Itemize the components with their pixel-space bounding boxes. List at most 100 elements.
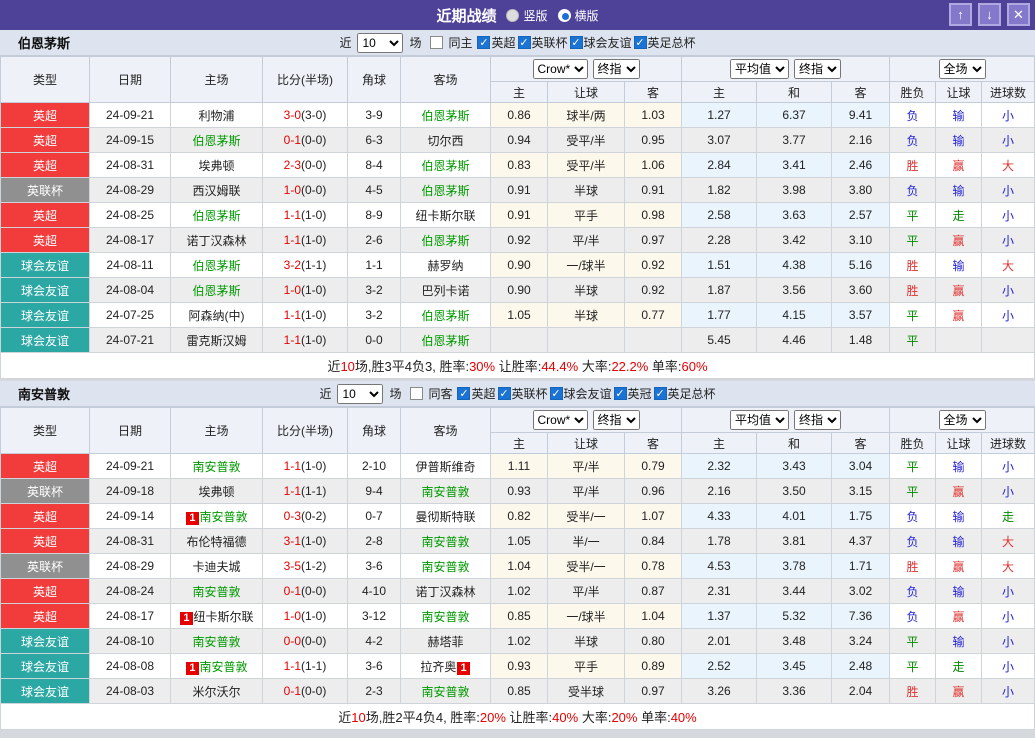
avg-home: 3.26 — [682, 679, 757, 704]
away-team: 南安普敦 — [401, 554, 491, 579]
layout-radio-vertical[interactable]: 竖版 — [506, 7, 547, 24]
avg-company-select[interactable]: 平均值 — [730, 410, 789, 430]
checkbox-icon: ✓ — [614, 387, 627, 400]
league-filter[interactable]: ✓英足总杯 — [652, 385, 716, 402]
fulltime-score: 0-1 — [284, 133, 301, 147]
near-label: 近 — [339, 34, 351, 51]
layout-radio-horizontal[interactable]: 横版 — [558, 7, 599, 24]
subcol-result-handicap: 让球 — [936, 82, 982, 103]
odds-company-select[interactable]: Crow* — [533, 410, 588, 430]
home-team: 布伦特福德 — [171, 529, 263, 554]
halftime-score: (1-1) — [301, 484, 326, 498]
match-date: 24-08-24 — [90, 579, 171, 604]
league-filter[interactable]: ✓球会友谊 — [568, 34, 632, 51]
col-header-score: 比分(半场) — [263, 408, 348, 454]
move-down-button[interactable]: ↓ — [978, 3, 1001, 26]
away-team: 伯恩茅斯 — [401, 153, 491, 178]
league-filter[interactable]: ✓英联杯 — [516, 34, 568, 51]
avg-draw: 3.56 — [757, 278, 832, 303]
odds-home: 0.92 — [491, 228, 548, 253]
result-outcome: 平 — [890, 303, 936, 328]
score: 1-1(1-0) — [263, 303, 348, 328]
away-team: 伯恩茅斯 — [401, 178, 491, 203]
same-venue-checkbox[interactable] — [410, 387, 423, 400]
home-team-name: 伯恩茅斯 — [192, 284, 240, 298]
match-row: 球会友谊24-08-10南安普敦0-0(0-0)4-2赫塔菲1.02半球0.80… — [1, 629, 1035, 654]
close-button[interactable]: ✕ — [1007, 3, 1030, 26]
move-up-button[interactable]: ↑ — [949, 3, 972, 26]
page-title: 近期战绩 — [436, 5, 496, 26]
odds-stage-select[interactable]: 终指 — [593, 59, 640, 79]
score: 0-0(0-0) — [263, 629, 348, 654]
summary-value: 22.2% — [611, 359, 648, 374]
avg-draw: 3.63 — [757, 203, 832, 228]
league-filter[interactable]: ✓英超 — [455, 385, 495, 402]
corner-score: 3-6 — [348, 654, 401, 679]
home-team-name: 南安普敦 — [192, 460, 240, 474]
avg-company-select[interactable]: 平均值 — [730, 59, 789, 79]
away-team-name: 伊普斯维奇 — [415, 460, 475, 474]
match-date: 24-07-21 — [90, 328, 171, 353]
recent-results-table: 类型 日期 主场 比分(半场) 角球 客场 Crow* 终指 平均值 终指 — [0, 56, 1035, 379]
league-filter[interactable]: ✓英超 — [475, 34, 515, 51]
subcol-odds-away: 客 — [625, 82, 682, 103]
match-date: 24-08-10 — [90, 629, 171, 654]
odds-handicap: 一/球半 — [548, 253, 625, 278]
match-count-select[interactable]: 10 — [357, 33, 403, 53]
league-filter[interactable]: ✓球会友谊 — [548, 385, 612, 402]
match-row: 英超24-09-141南安普敦0-3(0-2)0-7曼彻斯特联0.82受半/一1… — [1, 504, 1035, 529]
odds-handicap: 受半/一 — [548, 504, 625, 529]
red-card-badge: 1 — [186, 662, 198, 675]
score: 3-1(1-0) — [263, 529, 348, 554]
league-filter[interactable]: ✓英联杯 — [496, 385, 548, 402]
home-team: 伯恩茅斯 — [171, 278, 263, 303]
result-outcome: 胜 — [890, 679, 936, 704]
home-team: 米尔沃尔 — [171, 679, 263, 704]
avg-home: 2.84 — [682, 153, 757, 178]
league-label: 球会友谊 — [564, 385, 612, 402]
odds-home: 0.91 — [491, 203, 548, 228]
match-row: 球会友谊24-07-21雷克斯汉姆1-1(1-0)0-0伯恩茅斯5.454.46… — [1, 328, 1035, 353]
away-team-name: 伯恩茅斯 — [421, 159, 469, 173]
odds-stage-select[interactable]: 终指 — [593, 410, 640, 430]
corner-score: 8-9 — [348, 203, 401, 228]
summary-value: 40% — [671, 710, 697, 725]
away-team-name: 伯恩茅斯 — [421, 234, 469, 248]
result-goals: 小 — [982, 579, 1035, 604]
result-handicap: 赢 — [936, 153, 982, 178]
odds-company-select[interactable]: Crow* — [533, 59, 588, 79]
home-team: 南安普敦 — [171, 454, 263, 479]
red-card-badge: 1 — [186, 512, 198, 525]
home-team-name: 米尔沃尔 — [192, 685, 240, 699]
team-recent-results-section-2: 南安普敦 近 10 场 同客 ✓英超✓英联杯✓球会友谊✓英冠✓英足总杯 类型 日… — [0, 381, 1035, 730]
match-type-badge: 球会友谊 — [1, 278, 90, 303]
subcol-odds-home: 主 — [491, 82, 548, 103]
match-type-badge: 球会友谊 — [1, 654, 90, 679]
home-team-name: 阿森纳(中) — [189, 309, 245, 323]
result-goals: 小 — [982, 629, 1035, 654]
score: 1-1(1-0) — [263, 203, 348, 228]
team-name: 伯恩茅斯 — [18, 33, 70, 52]
home-team-name: 埃弗顿 — [198, 159, 234, 173]
match-type-badge: 英联杯 — [1, 178, 90, 203]
league-filter[interactable]: ✓英冠 — [612, 385, 652, 402]
avg-stage-select[interactable]: 终指 — [794, 59, 841, 79]
score: 0-1(0-0) — [263, 128, 348, 153]
avg-stage-select[interactable]: 终指 — [794, 410, 841, 430]
match-date: 24-08-29 — [90, 178, 171, 203]
result-goals: 小 — [982, 103, 1035, 128]
match-type-badge: 英超 — [1, 128, 90, 153]
subcol-result-outcome: 胜负 — [890, 82, 936, 103]
match-count-select[interactable]: 10 — [337, 384, 383, 404]
scope-select[interactable]: 全场 — [939, 59, 986, 79]
scope-select[interactable]: 全场 — [939, 410, 986, 430]
fulltime-score: 1-1 — [284, 233, 301, 247]
same-venue-checkbox[interactable] — [430, 36, 443, 49]
score: 1-1(1-0) — [263, 454, 348, 479]
odds-away: 0.92 — [625, 278, 682, 303]
league-filter[interactable]: ✓英足总杯 — [632, 34, 696, 51]
odds-away: 0.89 — [625, 654, 682, 679]
result-outcome: 平 — [890, 203, 936, 228]
same-venue-label: 同客 — [428, 385, 452, 402]
fulltime-score: 1-1 — [284, 308, 301, 322]
